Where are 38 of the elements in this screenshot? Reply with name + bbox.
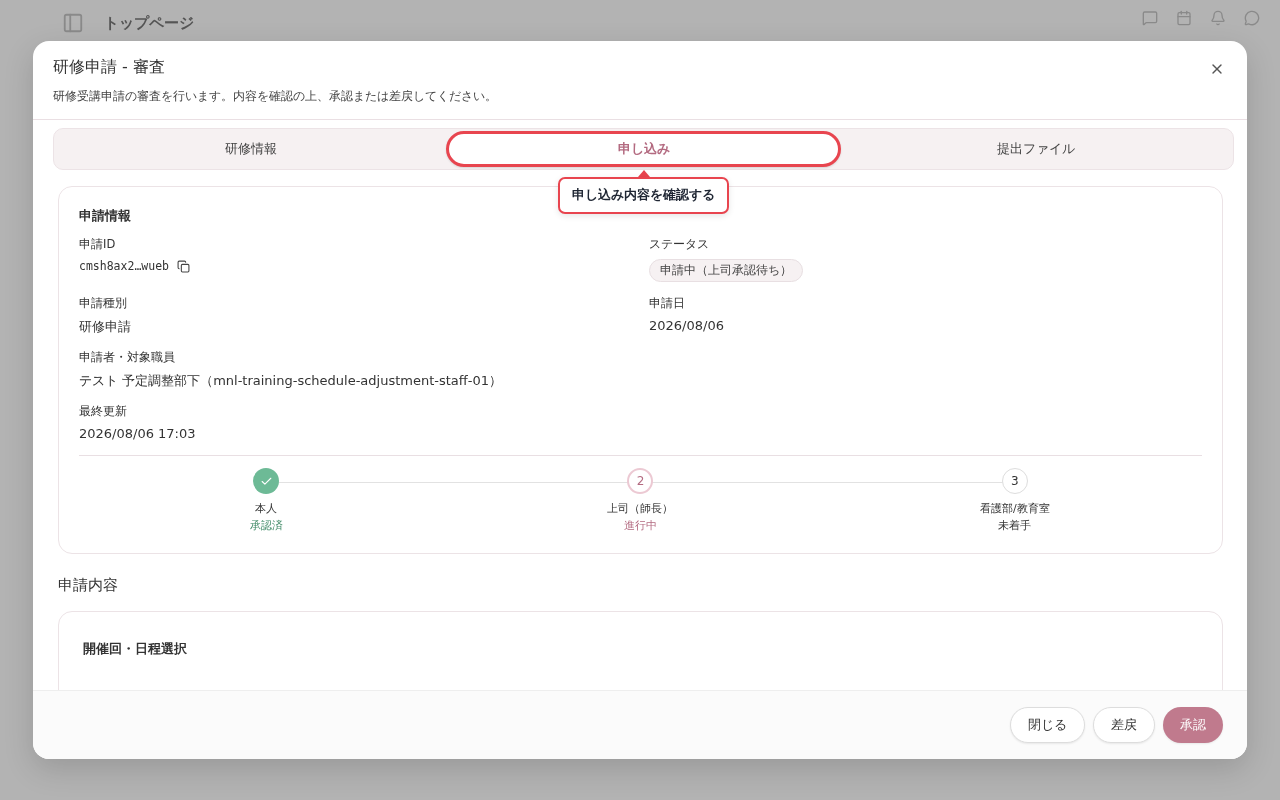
tab[interactable]: 申し込み: [445, 131, 842, 167]
tab[interactable]: 研修情報: [56, 131, 446, 167]
action-button[interactable]: 差戻: [1093, 707, 1155, 743]
field-label: ステータス: [649, 237, 710, 252]
step-marker: 3: [1001, 468, 1028, 494]
field-label: 申請者・対象職員: [79, 350, 176, 365]
message-icon[interactable]: [1244, 10, 1260, 26]
step-name: 上司（師長）: [607, 501, 674, 516]
tab[interactable]: 提出ファイル: [841, 131, 1231, 167]
field-label: 申請ID: [79, 237, 117, 252]
chat-icon[interactable]: [1142, 10, 1158, 26]
step-name: 本人: [255, 501, 278, 516]
field-value: 2026/08/06: [649, 318, 725, 333]
dialog-title: 研修申請 - 審査: [53, 57, 165, 78]
step-name: 看護部/教育室: [979, 501, 1050, 516]
action-button[interactable]: 閉じる: [1010, 707, 1085, 743]
step-marker: 2: [627, 468, 654, 494]
dialog-description: 研修受講申請の審査を行います。内容を確認の上、承認または差戻してください。: [53, 88, 498, 105]
step-status: 未着手: [998, 519, 1032, 533]
field-value: テスト 予定調整部下（mnl-training-schedule-adjustment-staff-01）: [79, 372, 503, 390]
copy-button[interactable]: [177, 259, 190, 273]
id-value: cmsh8ax2…wueb: [79, 259, 169, 273]
field-value: 2026/08/06 17:03: [79, 426, 197, 441]
field-value: 研修申請: [79, 318, 132, 336]
sidebar-toggle-icon[interactable]: [62, 12, 84, 34]
step-status: 進行中: [624, 519, 657, 533]
card-title: 開催回・日程選択: [83, 640, 188, 658]
field-label: 申請種別: [79, 296, 128, 311]
section-title: 申請内容: [58, 576, 119, 595]
status-badge: 申請中（上司承認待ち）: [649, 259, 803, 282]
step-status: 承認済: [249, 519, 283, 533]
bell-icon[interactable]: [1210, 10, 1226, 26]
field-label: 申請日: [649, 296, 686, 311]
calendar-icon[interactable]: [1176, 10, 1192, 26]
tooltip: 申し込み内容を確認する: [558, 177, 729, 214]
page-title: トップページ: [104, 13, 194, 33]
field-label: 最終更新: [79, 404, 128, 419]
card-title: 申請情報: [79, 207, 132, 225]
